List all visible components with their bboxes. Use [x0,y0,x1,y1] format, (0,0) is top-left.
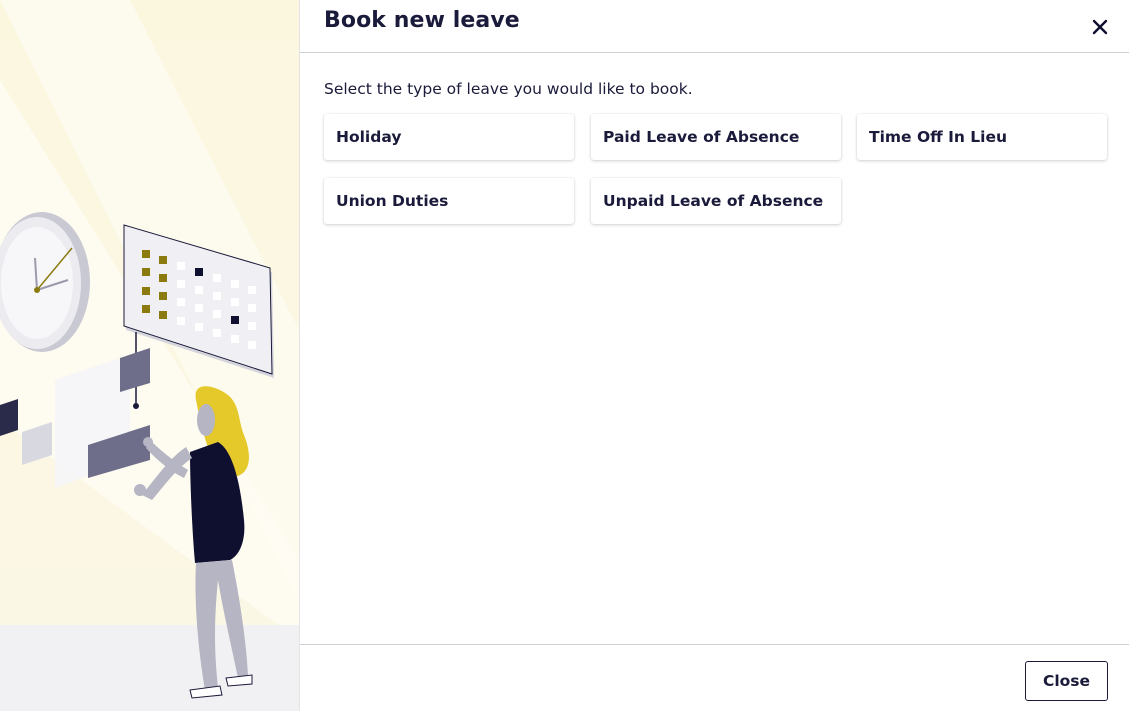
leave-type-paid-leave-of-absence[interactable]: Paid Leave of Absence [591,114,841,160]
illustration-panel [0,0,300,711]
book-leave-dialog: Book new leave Select the type of leave … [300,0,1129,711]
leave-type-union-duties[interactable]: Union Duties [324,178,574,224]
leave-type-time-off-in-lieu[interactable]: Time Off In Lieu [857,114,1107,160]
woman-calendar-clock-illustration [0,0,299,711]
close-icon[interactable] [1091,18,1109,36]
leave-type-unpaid-leave-of-absence[interactable]: Unpaid Leave of Absence [591,178,841,224]
leave-type-holiday[interactable]: Holiday [324,114,574,160]
dialog-title: Book new leave [324,8,520,33]
close-button[interactable]: Close [1025,661,1108,701]
book-leave-screen: Book new leave Select the type of leave … [0,0,1129,711]
dialog-footer: Close [300,644,1129,711]
leave-type-instruction: Select the type of leave you would like … [324,80,693,98]
dialog-header: Book new leave [300,0,1129,53]
